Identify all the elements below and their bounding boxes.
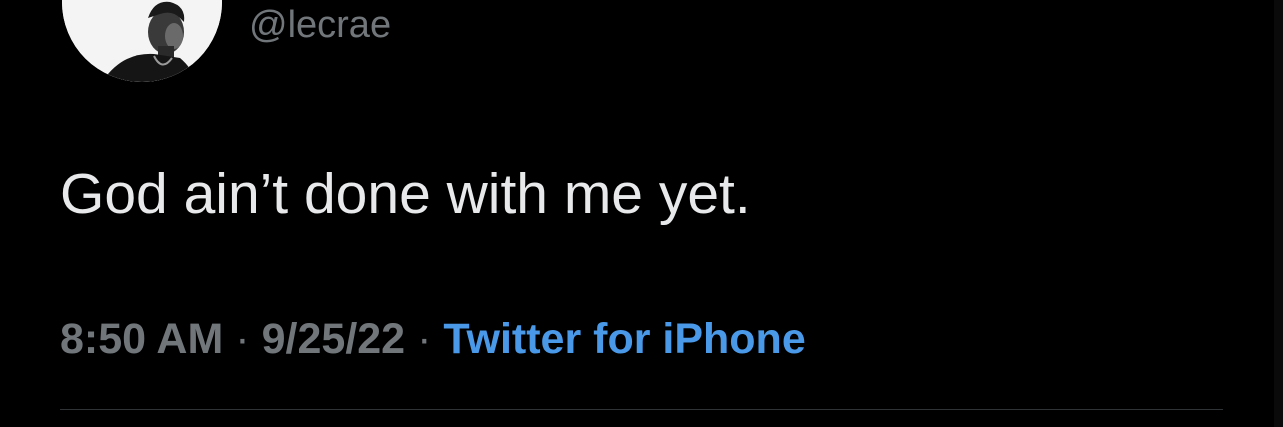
author-handle[interactable]: @lecrae bbox=[249, 6, 391, 44]
avatar-photo bbox=[62, 0, 222, 82]
tweet-text: God ain’t done with me yet. bbox=[60, 162, 751, 226]
tweet-date[interactable]: 9/25/22 bbox=[262, 315, 405, 363]
meta-separator: · bbox=[235, 315, 250, 363]
tweet-time[interactable]: 8:50 AM bbox=[60, 315, 223, 363]
scrollbar[interactable] bbox=[1274, 0, 1283, 427]
divider bbox=[60, 409, 1223, 410]
author-avatar[interactable] bbox=[62, 0, 222, 82]
meta-separator: · bbox=[417, 315, 432, 363]
tweet-source-link[interactable]: Twitter for iPhone bbox=[443, 315, 805, 363]
tweet-meta: 8:50 AM · 9/25/22 · Twitter for iPhone bbox=[60, 318, 806, 361]
